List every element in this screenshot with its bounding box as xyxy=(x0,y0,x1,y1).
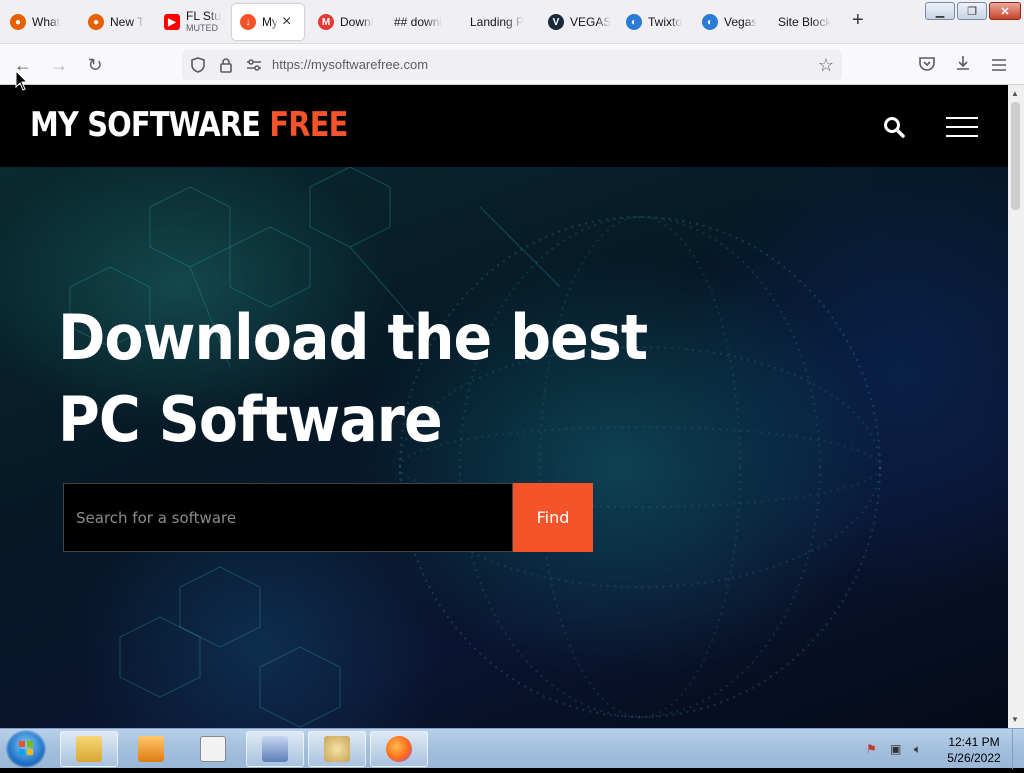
tab-twixtor[interactable]: ◐ Twixto xyxy=(618,4,694,40)
hamburger-menu-icon xyxy=(992,55,1006,76)
action-center-flag-icon[interactable]: ⚑ xyxy=(866,742,880,756)
network-icon[interactable]: ▣ xyxy=(890,742,904,756)
youtube-icon: ▶ xyxy=(164,14,180,30)
taskbar-clock[interactable]: 12:41 PM 5/26/2022 xyxy=(940,734,1008,766)
pocket-button[interactable] xyxy=(914,52,940,78)
tab-site-block[interactable]: Site Block xyxy=(770,4,844,40)
close-tab-icon[interactable]: × xyxy=(282,13,291,31)
forward-arrow-icon: → xyxy=(50,54,68,75)
close-window-button[interactable]: ✕ xyxy=(989,2,1021,20)
tab-vegas-2[interactable]: ◐ Vegas xyxy=(694,4,770,40)
notepad-icon xyxy=(200,736,226,762)
reload-icon: ↻ xyxy=(87,54,103,75)
tab-download[interactable]: M Downl xyxy=(310,4,382,40)
m-icon: M xyxy=(318,14,334,30)
windows-logo-icon xyxy=(19,741,33,755)
forward-button[interactable]: → xyxy=(46,52,72,78)
explorer-icon xyxy=(76,736,102,762)
site-header: MY SOFTWARE FREE xyxy=(0,85,1008,167)
shield-icon[interactable] xyxy=(188,55,208,75)
site-menu-icon[interactable] xyxy=(946,117,978,137)
firefox-icon: ● xyxy=(88,14,104,30)
tab-my-software[interactable]: ↓ My × xyxy=(232,4,304,40)
minimize-button[interactable]: ▁ xyxy=(925,2,955,20)
clock-date: 5/26/2022 xyxy=(947,751,1001,765)
navigation-bar: ← → ↻ https://mysoftwarefree.com ☆ xyxy=(0,44,1024,85)
tab-strip: ● What ● New T ▶ FL Stu MUTED ↓ My × M D… xyxy=(0,0,1024,44)
software-search-box xyxy=(63,483,513,552)
paint-icon xyxy=(324,736,350,762)
twixtor-icon: ◐ xyxy=(626,14,642,30)
windows-taskbar: ⚑ ▣ 🔈︎ 12:41 PM 5/26/2022 xyxy=(0,728,1024,769)
download-arrow-icon xyxy=(955,55,971,76)
scroll-down-icon[interactable]: ▼ xyxy=(1011,715,1019,724)
search-icon[interactable] xyxy=(883,116,905,143)
lock-icon[interactable] xyxy=(216,55,236,75)
scrollbar-thumb[interactable] xyxy=(1011,102,1020,210)
hero-heading: Download the best PC Software xyxy=(58,301,648,456)
app-menu-button[interactable] xyxy=(986,52,1012,78)
show-desktop-button[interactable] xyxy=(1012,729,1024,769)
tab-vegas-1[interactable]: V VEGAS xyxy=(540,4,616,40)
web-page: MY SOFTWARE FREE Download the best PC So… xyxy=(0,85,1008,728)
minimize-icon: ▁ xyxy=(935,5,945,18)
taskbar-notepad[interactable] xyxy=(184,731,242,767)
url-text[interactable]: https://mysoftwarefree.com xyxy=(272,57,428,72)
clock-time: 12:41 PM xyxy=(948,735,1000,749)
tab-fl-studio[interactable]: ▶ FL Stu MUTED xyxy=(156,4,228,40)
page-scrollbar[interactable]: ▲ ▼ xyxy=(1008,85,1024,728)
bookmark-star-icon[interactable]: ☆ xyxy=(816,55,836,75)
new-tab-icon[interactable]: + xyxy=(852,10,864,30)
tab-landing[interactable]: Landing P xyxy=(462,4,536,40)
find-button[interactable]: Find xyxy=(513,483,593,552)
tab-new[interactable]: ● New T xyxy=(80,4,152,40)
taskbar-paint[interactable] xyxy=(308,731,366,767)
close-icon: ✕ xyxy=(1000,5,1010,18)
maximize-button[interactable]: ❐ xyxy=(957,2,987,20)
tab-what[interactable]: ● What xyxy=(2,4,74,40)
mouse-cursor-icon xyxy=(15,70,29,91)
firefox-icon xyxy=(386,736,412,762)
downloads-button[interactable] xyxy=(950,52,976,78)
hero-banner: Download the best PC Software Find xyxy=(0,167,1008,728)
taskbar-firefox[interactable] xyxy=(370,731,428,767)
start-button[interactable] xyxy=(6,730,46,768)
media-player-icon xyxy=(138,736,164,762)
download-icon: ↓ xyxy=(240,14,256,30)
site-logo[interactable]: MY SOFTWARE FREE xyxy=(30,105,348,145)
reload-button[interactable]: ↻ xyxy=(82,52,108,78)
taskbar-media-player[interactable] xyxy=(122,731,180,767)
url-bar[interactable]: https://mysoftwarefree.com ☆ xyxy=(182,50,842,80)
vegas-icon: ◐ xyxy=(702,14,718,30)
app-icon xyxy=(262,736,288,762)
firefox-icon: ● xyxy=(10,14,26,30)
taskbar-explorer[interactable] xyxy=(60,731,118,767)
scroll-up-icon[interactable]: ▲ xyxy=(1011,89,1019,98)
volume-icon[interactable]: 🔈︎ xyxy=(914,742,928,756)
pocket-icon xyxy=(919,55,935,76)
software-search-input[interactable] xyxy=(64,484,512,551)
restore-icon: ❐ xyxy=(967,5,977,18)
permissions-icon[interactable] xyxy=(244,55,264,75)
v-icon: V xyxy=(548,14,564,30)
tab-download-md[interactable]: ## downl xyxy=(386,4,462,40)
taskbar-app[interactable] xyxy=(246,731,304,767)
